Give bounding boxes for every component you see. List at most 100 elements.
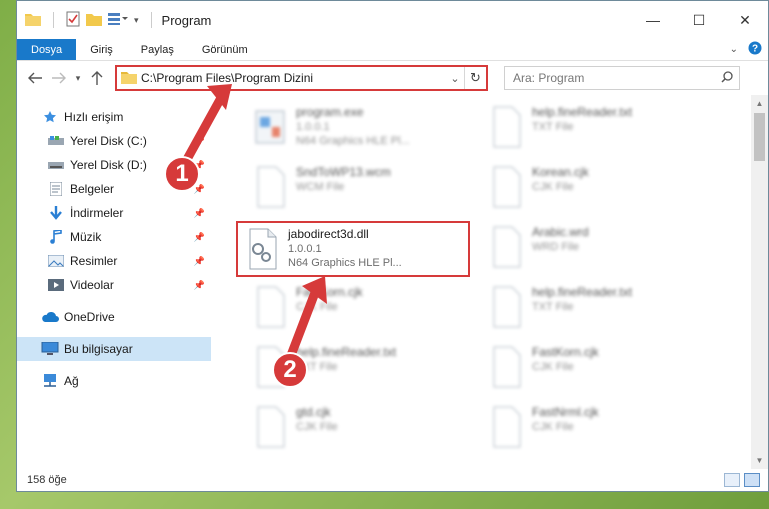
dll-file-icon xyxy=(244,227,280,271)
refresh-icon[interactable]: ↻ xyxy=(464,67,486,89)
file-item-jabodirect3d[interactable]: jabodirect3d.dll 1.0.0.1 N64 Graphics HLE … xyxy=(236,221,470,277)
network-icon xyxy=(41,374,59,388)
search-input[interactable] xyxy=(513,71,715,85)
file-item[interactable]: FastKorn.cjk CJK File xyxy=(482,341,716,397)
file-item[interactable]: help.fineReader.txt TXT File xyxy=(482,101,716,157)
music-icon xyxy=(47,230,65,244)
step-2-badge: 2 xyxy=(272,352,308,388)
file-name: FastNrml.cjk xyxy=(532,405,599,419)
view-options-icon[interactable] xyxy=(108,12,128,29)
file-type: CJK File xyxy=(532,181,574,193)
up-button[interactable] xyxy=(85,66,109,90)
minimize-button[interactable]: — xyxy=(630,1,676,39)
navigation-pane: Hızlı erişim Yerel Disk (C:) 📌 Yerel Dis… xyxy=(17,95,211,469)
cloud-icon xyxy=(41,311,59,323)
file-item[interactable]: FastKorn.cjk CJK File xyxy=(246,281,480,337)
file-type: TXT File xyxy=(532,301,574,313)
file-version: 1.0.0.1 xyxy=(296,121,330,133)
large-icons-view-icon[interactable] xyxy=(744,473,760,487)
search-box[interactable] xyxy=(504,66,740,90)
scroll-down-icon[interactable]: ▼ xyxy=(751,452,768,469)
file-item[interactable]: Arabic.wrd WRD File xyxy=(482,221,716,277)
drive-icon xyxy=(47,136,65,146)
pin-icon[interactable]: 📌 xyxy=(194,232,205,243)
close-button[interactable]: ✕ xyxy=(722,1,768,39)
file-name: SndToWP13.wcm xyxy=(296,165,391,179)
item-count: 158 öğe xyxy=(27,474,67,486)
file-name: gtd.cjk xyxy=(296,405,331,419)
scrollbar-thumb[interactable] xyxy=(754,113,765,161)
file-item[interactable]: Korean.cjk CJK File xyxy=(482,161,716,217)
address-bar[interactable]: C:\Program Files\Program Dizini ⌄ ↻ xyxy=(115,65,488,91)
forward-button[interactable] xyxy=(47,66,71,90)
ribbon-right: ⌄ ? xyxy=(730,39,768,60)
file-name: help.fineReader.txt xyxy=(296,345,397,359)
maximize-button[interactable]: ☐ xyxy=(676,1,722,39)
file-name: Arabic.wrd xyxy=(532,225,589,239)
properties-icon[interactable] xyxy=(66,11,80,30)
new-folder-icon[interactable] xyxy=(86,12,102,29)
step-1-badge: 1 xyxy=(164,156,200,192)
search-icon[interactable] xyxy=(715,70,739,86)
file-list: program.exe 1.0.0.1 N64 Graphics HLE Pl...… xyxy=(211,95,768,469)
file-name: FastKorn.cjk xyxy=(532,345,599,359)
document-file-icon xyxy=(488,105,524,149)
window-controls: — ☐ ✕ xyxy=(630,1,768,39)
nav-item-this-pc[interactable]: Bu bilgisayar xyxy=(17,337,211,361)
window-title: Program xyxy=(161,12,212,28)
tab-share[interactable]: Paylaş xyxy=(127,39,188,60)
nav-item-downloads[interactable]: İndirmeler 📌 xyxy=(17,201,211,225)
nav-item-pictures[interactable]: Resimler 📌 xyxy=(17,249,211,273)
address-path[interactable]: C:\Program Files\Program Dizini xyxy=(141,71,446,85)
customize-toolbar-icon[interactable]: ▾ xyxy=(134,15,139,26)
file-type: WCM File xyxy=(296,181,345,193)
pin-icon[interactable]: 📌 xyxy=(194,208,205,219)
chevron-down-icon[interactable]: ⌄ xyxy=(730,44,738,55)
nav-item-music[interactable]: Müzik 📌 xyxy=(17,225,211,249)
tab-file[interactable]: Dosya xyxy=(17,39,77,60)
pin-icon[interactable]: 📌 xyxy=(194,256,205,267)
recent-locations-button[interactable]: ▾ xyxy=(71,66,85,90)
help-icon[interactable]: ? xyxy=(748,41,762,58)
file-name: Korean.cjk xyxy=(532,165,589,179)
address-dropdown-icon[interactable]: ⌄ xyxy=(446,72,464,85)
computer-icon xyxy=(41,342,59,356)
document-file-icon xyxy=(252,165,288,209)
file-description: N64 Graphics HLE Pl... xyxy=(296,135,410,147)
documents-icon xyxy=(47,182,65,196)
tab-view[interactable]: Görünüm xyxy=(188,39,262,60)
document-file-icon xyxy=(252,405,288,449)
details-view-icon[interactable] xyxy=(724,473,740,487)
file-name: help.fineReader.txt xyxy=(532,105,633,119)
title-bar: ▾ Program — ☐ ✕ xyxy=(17,1,768,39)
file-type: WRD File xyxy=(532,241,580,253)
pin-icon[interactable]: 📌 xyxy=(194,280,205,291)
document-file-icon xyxy=(252,285,288,329)
file-version: 1.0.0.1 xyxy=(288,243,322,255)
document-file-icon xyxy=(488,165,524,209)
back-button[interactable] xyxy=(23,66,47,90)
folder-icon xyxy=(121,70,137,87)
nav-item-quick-access[interactable]: Hızlı erişim xyxy=(17,105,211,129)
file-item[interactable]: FastNrml.cjk CJK File xyxy=(482,401,716,457)
nav-label: Videolar xyxy=(70,278,114,292)
pin-icon[interactable]: 📌 xyxy=(194,136,205,147)
nav-label: OneDrive xyxy=(64,310,115,324)
separator xyxy=(150,12,152,28)
nav-item-network[interactable]: Ağ xyxy=(17,369,211,393)
videos-icon xyxy=(47,279,65,291)
file-item[interactable]: SndToWP13.wcm WCM File xyxy=(246,161,480,217)
file-item[interactable]: help.fineReader.txt TXT File xyxy=(482,281,716,337)
nav-item-videos[interactable]: Videolar 📌 xyxy=(17,273,211,297)
nav-label: Yerel Disk (C:) xyxy=(70,134,147,148)
file-item[interactable]: program.exe 1.0.0.1 N64 Graphics HLE Pl... xyxy=(246,101,480,157)
scroll-up-icon[interactable]: ▲ xyxy=(751,95,768,112)
exe-file-icon xyxy=(252,105,288,149)
tab-home[interactable]: Giriş xyxy=(76,39,127,60)
nav-item-onedrive[interactable]: OneDrive xyxy=(17,305,211,329)
nav-item-local-disk-c[interactable]: Yerel Disk (C:) 📌 xyxy=(17,129,211,153)
drive-icon xyxy=(47,160,65,170)
vertical-scrollbar[interactable]: ▲ ▼ xyxy=(751,95,768,469)
file-item[interactable]: gtd.cjk CJK File xyxy=(246,401,480,457)
